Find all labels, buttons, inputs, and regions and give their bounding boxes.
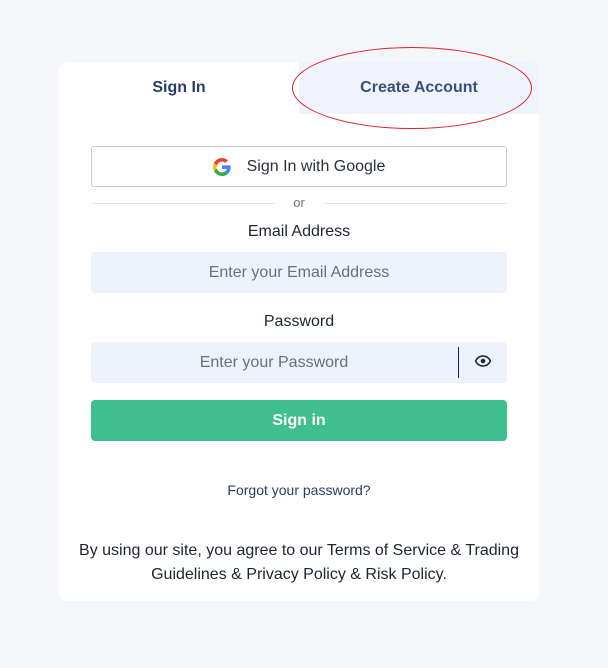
terms-of-service-link[interactable]: Terms of Service bbox=[327, 542, 446, 559]
or-divider: or bbox=[91, 194, 507, 214]
tab-create-account[interactable]: Create Account bbox=[299, 62, 539, 114]
terms-prefix: By using our site, you agree to our bbox=[79, 542, 327, 559]
sign-in-button[interactable]: Sign in bbox=[91, 400, 507, 441]
privacy-policy-link[interactable]: Privacy Policy bbox=[246, 566, 346, 583]
auth-tabs: Sign In Create Account bbox=[59, 62, 539, 114]
divider-line-right bbox=[323, 203, 507, 204]
terms-notice: By using our site, you agree to our Term… bbox=[79, 539, 519, 587]
show-password-toggle[interactable] bbox=[459, 342, 507, 383]
terms-separator: & bbox=[345, 566, 366, 583]
email-label: Email Address bbox=[247, 223, 351, 240]
terms-separator: & bbox=[446, 542, 466, 559]
terms-separator: & bbox=[226, 566, 247, 583]
password-field bbox=[91, 342, 507, 383]
eye-icon bbox=[474, 354, 492, 372]
terms-suffix: . bbox=[442, 566, 447, 583]
google-logo-icon bbox=[212, 157, 231, 176]
email-input[interactable] bbox=[91, 252, 507, 293]
password-input[interactable] bbox=[91, 342, 457, 383]
password-label: Password bbox=[263, 313, 335, 330]
tab-sign-in[interactable]: Sign In bbox=[59, 62, 299, 114]
risk-policy-link[interactable]: Risk Policy bbox=[365, 566, 442, 583]
auth-card: Sign In Create Account bbox=[59, 62, 539, 601]
google-sign-in-button[interactable]: Sign In with Google bbox=[91, 146, 507, 187]
forgot-password-link[interactable]: Forgot your password? bbox=[91, 482, 507, 498]
google-sign-in-label: Sign In with Google bbox=[246, 157, 386, 175]
